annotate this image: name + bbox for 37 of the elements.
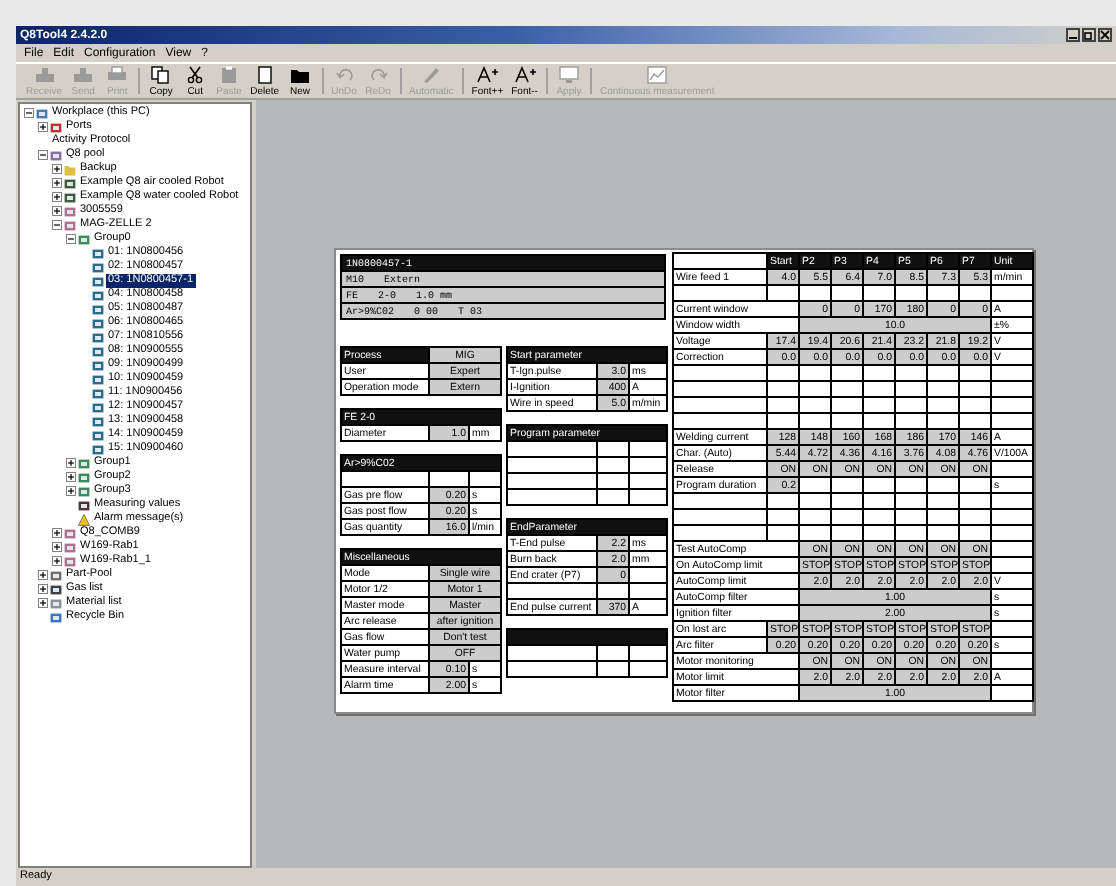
device-icon	[72, 66, 95, 84]
collapse-icon[interactable]	[38, 150, 48, 160]
expand-icon[interactable]	[52, 178, 62, 188]
collapse-icon[interactable]	[66, 234, 76, 244]
close-icon	[1100, 30, 1110, 40]
expand-icon[interactable]	[52, 206, 62, 216]
expand-icon[interactable]	[52, 164, 62, 174]
scissors-icon	[184, 66, 207, 84]
monitor-icon	[50, 149, 62, 161]
group-icon	[78, 233, 90, 245]
expand-icon[interactable]	[52, 528, 62, 538]
minimize-button[interactable]	[1066, 28, 1080, 42]
undo-icon	[333, 66, 356, 84]
pen-icon	[420, 66, 443, 84]
expand-icon[interactable]	[38, 598, 48, 608]
device-icon	[33, 66, 56, 84]
expand-icon[interactable]	[38, 122, 48, 132]
restore-button[interactable]	[1082, 28, 1096, 42]
collapse-icon[interactable]	[52, 220, 62, 230]
collapse-icon[interactable]	[24, 108, 34, 118]
expand-icon[interactable]	[66, 472, 76, 482]
folder-icon	[289, 66, 312, 84]
folder-icon	[64, 163, 76, 175]
expand-icon[interactable]	[38, 584, 48, 594]
redo-icon	[367, 66, 390, 84]
expand-icon[interactable]	[66, 486, 76, 496]
close-button[interactable]	[1098, 28, 1112, 42]
expand-icon[interactable]	[38, 570, 48, 580]
computer-icon	[36, 107, 48, 119]
expand-icon[interactable]	[52, 542, 62, 552]
expand-icon[interactable]	[52, 556, 62, 566]
expand-icon[interactable]	[66, 458, 76, 468]
expand-icon[interactable]	[52, 192, 62, 202]
warning-icon	[78, 513, 90, 525]
font-size-icon	[476, 66, 499, 84]
restore-icon	[1084, 30, 1094, 40]
font-size-icon	[513, 66, 536, 84]
